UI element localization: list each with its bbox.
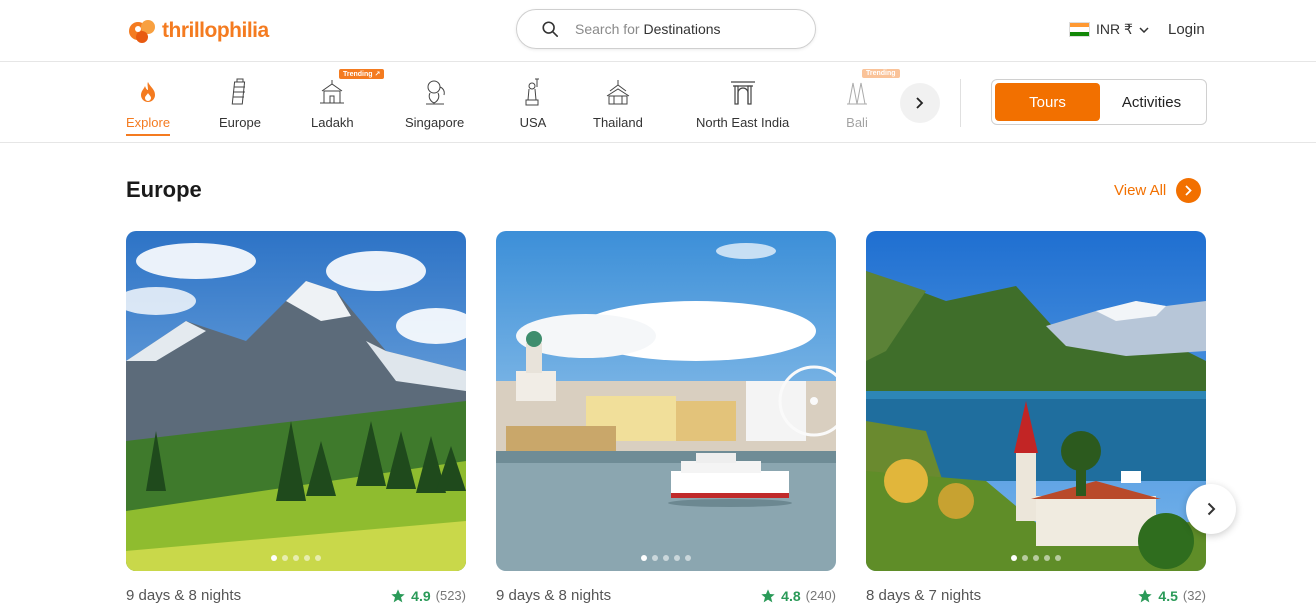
india-flag-icon: [1069, 22, 1090, 37]
rating-value: 4.5: [1158, 587, 1178, 604]
tour-duration: 9 days & 8 nights: [126, 587, 242, 604]
tours-tab[interactable]: Tours: [995, 83, 1100, 121]
nav-label: North East India: [696, 115, 790, 130]
tour-duration: 8 days & 7 nights: [866, 587, 982, 604]
nav-item-north-east-india[interactable]: North East India: [696, 77, 789, 130]
carousel-next-button[interactable]: [1186, 484, 1236, 534]
currency-selector[interactable]: INR ₹: [1069, 21, 1149, 38]
temple-icon: [603, 77, 633, 107]
tour-card[interactable]: 8 days & 7 nights 4.5 (32): [866, 231, 1206, 604]
carousel-dots: [866, 555, 1206, 561]
active-underline: [126, 134, 171, 136]
bali-temple-icon: [842, 77, 872, 107]
view-all-link[interactable]: View All: [1114, 178, 1202, 203]
nav-label: Singapore: [405, 115, 465, 130]
review-count: (523): [435, 588, 466, 603]
gate-icon: [728, 77, 758, 107]
nav-scroll-next-button[interactable]: [900, 83, 940, 123]
statue-of-liberty-icon: [518, 77, 548, 107]
trending-badge: Trending: [862, 69, 900, 78]
top-header: thrillophilia Search for Destinations IN…: [0, 0, 1316, 62]
section-title: Europe: [126, 177, 202, 202]
review-count: (32): [1182, 588, 1206, 603]
activities-tab[interactable]: Activities: [1100, 83, 1203, 121]
tour-rating: 4.9 (523): [390, 588, 466, 604]
nav-item-ladakh[interactable]: Trending ↗ Ladakh: [311, 69, 385, 130]
merlion-icon: [420, 77, 450, 107]
star-icon: [391, 588, 405, 602]
tour-image-lake-church[interactable]: [866, 231, 1206, 571]
destination-nav: Explore Europe Trending ↗ Ladakh Singapo…: [0, 63, 1316, 143]
monastery-icon: [317, 77, 347, 107]
search-placeholder: Search for Destinations: [575, 21, 721, 37]
nav-item-singapore[interactable]: Singapore: [405, 77, 464, 130]
login-link[interactable]: Login: [1168, 21, 1205, 38]
logo-mark-icon: [129, 20, 155, 43]
logo-text: thrillophilia: [162, 19, 269, 42]
search-icon: [542, 21, 559, 38]
tours-activities-toggle: Tours Activities: [991, 79, 1207, 125]
arrow-right-icon: [1176, 178, 1202, 203]
nav-label: Explore: [126, 115, 171, 130]
nav-label: Europe: [219, 115, 261, 130]
review-count: (240): [805, 588, 836, 603]
currency-label: INR ₹: [1096, 21, 1133, 37]
chevron-right-icon: [1207, 502, 1215, 516]
tour-image-harbour[interactable]: [496, 231, 836, 571]
tour-rating: 4.8 (240): [760, 588, 836, 604]
tour-duration: 9 days & 8 nights: [496, 587, 612, 604]
nav-divider: [960, 79, 961, 127]
thrillophilia-logo[interactable]: thrillophilia: [126, 15, 269, 47]
rating-value: 4.9: [411, 587, 431, 604]
view-all-label: View All: [1114, 182, 1167, 199]
tour-card[interactable]: 9 days & 8 nights 4.9 (523): [126, 231, 466, 604]
nav-item-usa[interactable]: USA: [518, 77, 548, 130]
star-icon: [761, 588, 775, 602]
chevron-down-icon: [1139, 26, 1149, 33]
trending-badge: Trending ↗: [339, 69, 385, 79]
tour-image-mountain[interactable]: [126, 231, 466, 571]
nav-item-europe[interactable]: Europe: [219, 77, 261, 130]
nav-label: Ladakh: [311, 115, 354, 130]
nav-item-bali[interactable]: Trending Bali: [842, 69, 900, 130]
flame-icon: [133, 77, 163, 107]
nav-item-explore[interactable]: Explore: [126, 77, 171, 136]
chevron-right-icon: [916, 97, 924, 109]
nav-label: USA: [519, 115, 547, 130]
star-icon: [1138, 588, 1153, 602]
nav-label: Bali: [846, 115, 868, 130]
leaning-tower-icon: [225, 77, 255, 107]
carousel-dots: [496, 555, 836, 561]
carousel-dots: [126, 555, 466, 561]
rating-value: 4.8: [781, 587, 801, 604]
nav-label: Thailand: [593, 115, 643, 130]
tour-rating: 4.5 (32): [1137, 588, 1206, 604]
search-bar[interactable]: Search for Destinations: [516, 9, 816, 49]
nav-item-thailand[interactable]: Thailand: [593, 77, 643, 130]
tour-card[interactable]: 9 days & 8 nights 4.8 (240): [496, 231, 836, 604]
